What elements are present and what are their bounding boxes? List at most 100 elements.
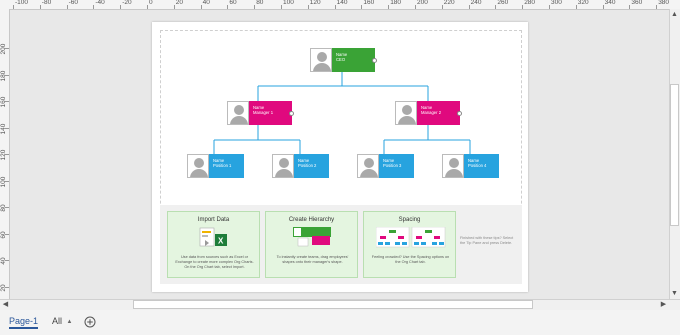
ruler-tick-label: -80 [41,0,52,6]
ruler-tick [575,5,577,9]
org-node-manager-1[interactable]: Name Manager 1 [227,101,294,125]
person-photo-icon [395,101,417,125]
horizontal-ruler: -100 -80 -60 -40 -20 0 20 40 60 80 100 120 140 160 180… [0,0,680,10]
ruler-tick-label: 200 [417,0,428,6]
ruler-tick [5,127,9,129]
ruler-tick [415,5,416,9]
tip-description: Feeling crowded? Use the Spacing options… [371,255,450,264]
ruler-tick [227,5,229,9]
tip-help-text: Finished with these tips? Select the Tip… [460,236,514,245]
org-node-position-1[interactable]: Name Position 1 [187,154,244,178]
vertical-ruler: 200 180 160 140 120 100 80 60 40 20 [0,9,10,299]
scroll-up-arrow-icon[interactable]: ▲ [670,10,679,19]
tip-card-import-data[interactable]: Import Data X Use data from sources such… [167,211,260,278]
tip-card-spacing[interactable]: Spacing Feeling crowded? Use the Spacing… [363,211,456,278]
scroll-down-arrow-icon[interactable]: ▼ [670,289,679,298]
ruler-tick-label: 380 [658,0,670,6]
ruler-tick [120,5,122,9]
import-data-icon: X [199,227,227,247]
connection-handle-icon[interactable] [457,111,462,116]
node-title: CEO [336,57,346,63]
person-photo-icon [357,154,379,178]
ruler-tick-label: 360 [631,0,643,6]
ruler-tick-label: 80 [256,0,264,6]
ruler-tick-label: 340 [604,0,616,6]
ruler-tick [93,5,95,9]
person-photo-icon [272,154,294,178]
ruler-tick [13,5,14,9]
ruler-tick-label: 180 [0,70,7,81]
ruler-tick-label: 140 [336,0,348,6]
vertical-scroll-thumb[interactable] [670,84,679,226]
page-tab-bar [0,310,680,335]
ruler-tick [173,5,175,9]
ruler-tick [147,5,148,9]
ruler-tick [522,5,524,9]
node-title: Manager 1 [253,110,274,116]
ruler-tick [602,5,604,9]
ruler-tick [5,260,9,261]
ruler-tick [5,286,9,288]
ruler-tick [254,5,256,9]
ruler-tick [281,5,282,9]
ruler-tick-label: 20 [0,283,7,292]
ruler-tick-label: -20 [122,0,132,6]
org-node-manager-2[interactable]: Name Manager 2 [395,101,462,125]
ruler-tick [656,5,658,9]
ruler-tick-label: -100 [15,0,29,6]
connection-handle-icon[interactable] [289,111,294,116]
ruler-tick-label: 320 [577,0,589,6]
svg-text:X: X [218,237,224,246]
chevron-up-icon: ▲ [66,319,73,325]
tab-page-1[interactable]: Page-1 [9,316,39,329]
ruler-tick-label: -40 [95,0,105,6]
ruler-tick [5,233,9,235]
person-photo-icon [187,154,209,178]
ruler-tick [629,5,631,9]
person-photo-icon [442,154,464,178]
ruler-tick [361,5,363,9]
tip-title: Create Hierarchy [288,217,335,223]
horizontal-scroll-thumb[interactable] [133,300,533,309]
ruler-tick-label: 60 [0,230,7,239]
ruler-tick-label: 220 [443,0,455,6]
tab-all-label: All [52,316,63,326]
ruler-tick [5,48,9,49]
person-photo-icon [227,101,249,125]
ruler-tick [441,5,443,9]
scroll-right-arrow-icon[interactable]: ▶ [659,300,668,309]
ruler-tick [200,5,202,9]
connection-handle-icon[interactable] [372,58,377,63]
ruler-tick [5,74,9,76]
spacing-illustration-icon [376,227,446,248]
org-node-position-2[interactable]: Name Position 2 [272,154,329,178]
node-title: Position 2 [298,163,317,169]
ruler-tick-label: 100 [283,0,294,6]
tip-description: Use data from sources such as Excel or E… [175,255,254,269]
ruler-tick [495,5,497,9]
org-node-position-3[interactable]: Name Position 3 [357,154,414,178]
org-node-position-4[interactable]: Name Position 4 [442,154,499,178]
scroll-left-arrow-icon[interactable]: ◀ [1,300,10,309]
org-node-ceo[interactable]: Name CEO [310,48,377,72]
scrollbar-corner [670,300,679,309]
ruler-tick-label: 260 [497,0,509,6]
ruler-tick-label: -60 [68,0,78,6]
node-title: Position 4 [468,163,487,169]
plus-circle-icon[interactable] [84,316,96,328]
ruler-tick-label: 60 [229,0,237,6]
ruler-tick-label: 120 [0,149,7,161]
ruler-tick [5,180,9,182]
person-photo-icon [310,48,332,72]
tip-card-create-hierarchy[interactable]: Create Hierarchy To instantly create tea… [265,211,358,278]
ruler-tick [39,5,41,9]
ruler-tick [66,5,68,9]
ruler-tick-label: 160 [0,96,7,108]
ruler-tick [5,101,9,102]
tab-all-pages[interactable]: All ▲ [52,316,72,326]
ruler-tick-label: 140 [0,123,7,134]
ruler-tick-label: 40 [202,0,210,6]
ruler-tick [468,5,470,9]
tip-description: To instantly create teams, drag employee… [276,255,349,264]
ruler-tick-label: 180 [390,0,402,6]
